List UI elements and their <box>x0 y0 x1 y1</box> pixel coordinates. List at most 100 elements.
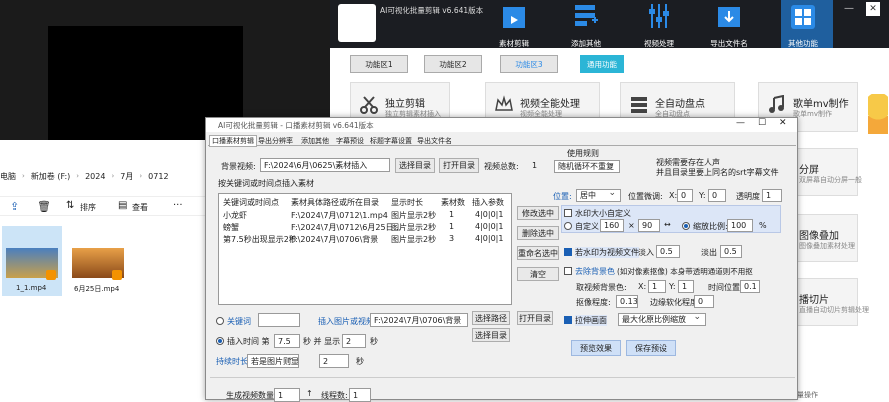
duration-mode-select[interactable]: 若是图片则显示 <box>247 354 299 368</box>
edge-input[interactable]: 0 <box>694 295 714 308</box>
more-icon[interactable]: ··· <box>173 200 183 211</box>
tab-material[interactable]: 口播素材剪辑 <box>209 135 257 147</box>
keyword-input[interactable] <box>258 313 300 327</box>
breadcrumb-item[interactable]: 0712 <box>148 172 168 181</box>
open-dir-button[interactable]: 打开目录 <box>439 158 479 173</box>
fade-out-input[interactable]: 0.5 <box>720 245 742 258</box>
duration-input[interactable]: 2 <box>319 354 349 368</box>
toolbar-label[interactable]: 素材剪辑 <box>479 38 549 49</box>
export-icon[interactable] <box>716 3 742 29</box>
toolbar-label[interactable]: 视频处理 <box>624 38 694 49</box>
up-arrow-icon[interactable]: ↑ <box>306 389 313 398</box>
pick-y-input[interactable]: 1 <box>678 280 694 293</box>
delete-selected-button[interactable]: 删除选中 <box>517 226 559 240</box>
insert-path-input[interactable]: F:\2024\7月\0706\背景 <box>370 313 468 327</box>
column-header[interactable]: 显示时长 <box>391 197 423 208</box>
column-header[interactable]: 素材具体路径或所在目录 <box>291 197 379 208</box>
sliders-icon[interactable] <box>646 3 672 29</box>
px-label: X: <box>638 282 647 291</box>
select-dir-button[interactable]: 选择目录 <box>395 158 435 173</box>
minimize-icon[interactable]: — <box>736 118 745 128</box>
material-table[interactable]: 关键词或时间点 素材具体路径或所在目录 显示时长 素材数 插入参数 小龙虾 F:… <box>218 193 512 305</box>
zone-tab-2[interactable]: 功能区2 <box>424 55 482 73</box>
position-fine-label: 位置微调: <box>628 192 663 201</box>
maximize-icon[interactable]: ☐ <box>758 118 766 128</box>
bg-video-path-input[interactable]: F:\2024\6月\0625\素材插入 <box>260 158 390 172</box>
insert-time-input[interactable]: 7.5 <box>274 334 300 348</box>
pick-color-label: 取视频背景色: <box>576 283 627 292</box>
open-dir-button-2[interactable]: 打开目录 <box>517 311 553 325</box>
tab-resolution[interactable]: 导出分辨率 <box>258 136 293 146</box>
file-item[interactable]: 6月25日.mp4 <box>66 226 130 296</box>
key-level-input[interactable]: 0.13 <box>616 295 638 308</box>
column-header[interactable]: 插入参数 <box>472 197 504 208</box>
toolbar-label[interactable]: 导出文件名 <box>694 38 764 49</box>
card-title: 分屏 <box>799 165 819 176</box>
toolbar-label[interactable]: 其他功能 <box>768 38 838 49</box>
tab-add-other[interactable]: 添加其他 <box>301 136 329 146</box>
minimize-icon[interactable]: — <box>844 3 854 14</box>
zone-tab-1[interactable]: 功能区1 <box>350 55 408 73</box>
table-row[interactable]: 螃蟹 F:\2024\7月\0712\6月25日... 图片显示2秒 1 4|0… <box>219 221 511 233</box>
y-input[interactable]: 0 <box>708 189 726 202</box>
select-path-button[interactable]: 选择路径 <box>472 311 510 325</box>
app-title: AI可视化批量剪辑 v6.641版本 <box>380 6 484 15</box>
x-input[interactable]: 0 <box>677 189 693 202</box>
view-icon[interactable]: ▤ <box>118 200 127 211</box>
breadcrumb: 电脑 › 新加卷 (F:) › 2024 › 7月 › 0712 <box>0 171 169 182</box>
share-icon[interactable]: ⇪ <box>10 200 19 213</box>
custom-radio[interactable] <box>564 222 572 230</box>
opacity-label: 透明度 <box>736 192 760 201</box>
breadcrumb-item[interactable]: 电脑 <box>0 171 16 182</box>
stretch-select[interactable]: 最大化原比例缩放 <box>618 313 706 326</box>
view-button[interactable]: 查看 <box>132 202 148 213</box>
width-input[interactable]: 160 <box>600 219 624 232</box>
tab-title-subtitle[interactable]: 标题字幕设置 <box>370 136 412 146</box>
show-seconds-input[interactable]: 2 <box>342 334 366 348</box>
tab-export-filename[interactable]: 导出文件名 <box>417 136 452 146</box>
position-select[interactable]: 居中 <box>576 189 621 202</box>
time-pos-input[interactable]: 0.1 <box>740 280 760 293</box>
delete-icon[interactable]: 🗑 <box>37 200 51 213</box>
insert-time-radio[interactable] <box>216 337 224 345</box>
table-row[interactable]: 第7.5秒出现显示2秒 F:\2024\7月\0706\背景 图片显示2秒 3 … <box>219 233 511 245</box>
pick-x-input[interactable]: 1 <box>648 280 666 293</box>
scale-radio[interactable] <box>682 222 690 230</box>
scale-input[interactable]: 100 <box>727 219 753 232</box>
rule-select[interactable]: 随机循环不重复 <box>554 160 620 173</box>
stretch-checkbox[interactable] <box>564 316 572 324</box>
add-list-icon[interactable] <box>573 3 599 29</box>
select-dir-button-2[interactable]: 选择目录 <box>472 328 510 342</box>
dialog-window: AI可视化批量剪辑 - 口播素材剪辑 v6.641版本 — ☐ ✕ 口播素材剪辑… <box>205 117 798 402</box>
grid-icon[interactable] <box>790 4 816 30</box>
save-preset-button[interactable]: 保存预设 <box>626 340 676 356</box>
toolbar-label[interactable]: 添加其他 <box>551 38 621 49</box>
sort-icon[interactable]: ⇅ <box>66 200 74 211</box>
close-icon[interactable]: ✕ <box>779 118 787 128</box>
breadcrumb-item[interactable]: 7月 <box>120 171 133 182</box>
rename-selected-button[interactable]: 重命名选中 <box>517 246 559 260</box>
clear-button[interactable]: 清空 <box>517 267 559 281</box>
column-header[interactable]: 素材数 <box>441 197 465 208</box>
watermark-video-checkbox[interactable] <box>564 248 572 256</box>
edit-selected-button[interactable]: 修改选中 <box>517 206 559 220</box>
preview-button[interactable]: 预览效果 <box>571 340 621 356</box>
column-header[interactable]: 关键词或时间点 <box>223 197 279 208</box>
height-input[interactable]: 90 <box>638 219 660 232</box>
remove-bg-checkbox[interactable] <box>564 267 572 275</box>
swap-icon[interactable]: ↔ <box>664 220 671 229</box>
keyword-radio[interactable] <box>216 317 224 325</box>
sort-button[interactable]: 排序 <box>80 202 96 213</box>
zone-tab-general[interactable]: 通用功能 <box>580 55 624 73</box>
table-row[interactable]: 小龙虾 F:\2024\7月\0712\1.mp4 图片显示2秒 1 4|0|0… <box>219 209 511 221</box>
breadcrumb-item[interactable]: 2024 <box>85 172 105 181</box>
fade-in-input[interactable]: 0.5 <box>656 245 680 258</box>
close-icon[interactable]: ✕ <box>866 2 880 16</box>
watermark-size-checkbox[interactable] <box>564 209 572 217</box>
opacity-input[interactable]: 1 <box>762 189 782 202</box>
breadcrumb-item[interactable]: 新加卷 (F:) <box>31 171 70 182</box>
file-item[interactable]: 1_1.mp4 <box>2 226 62 296</box>
zone-tab-3[interactable]: 功能区3 <box>500 55 558 73</box>
film-clapper-icon[interactable] <box>501 4 527 30</box>
tab-subtitle-preset[interactable]: 字幕预设 <box>336 136 364 146</box>
